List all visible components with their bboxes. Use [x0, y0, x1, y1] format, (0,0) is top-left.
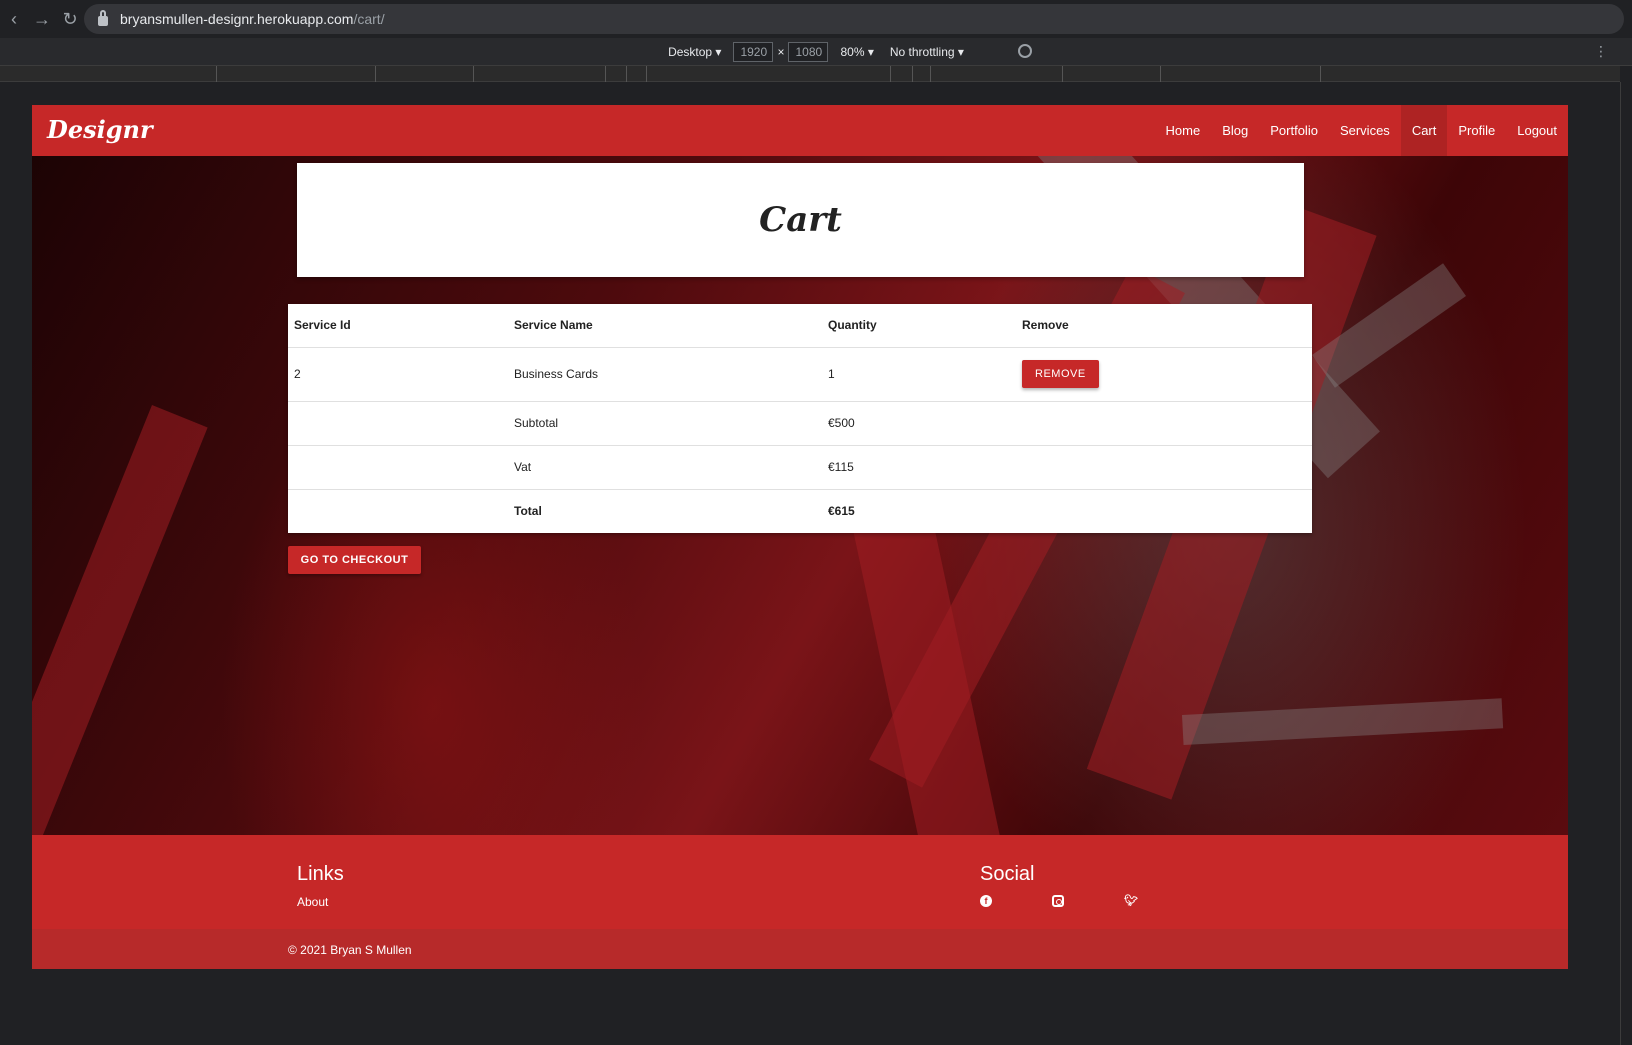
- header-quantity: Quantity: [822, 304, 1016, 348]
- back-icon[interactable]: ‹: [0, 9, 28, 30]
- device-label: Desktop: [668, 44, 713, 59]
- device-select[interactable]: Desktop ▾: [668, 45, 721, 59]
- facebook-icon[interactable]: f: [980, 895, 992, 907]
- twitter-icon[interactable]: 🐦︎: [1124, 895, 1138, 907]
- site-navbar: Designr Home Blog Portfolio Services Car…: [32, 105, 1568, 156]
- subtotal-value: €500: [822, 401, 1016, 446]
- total-label: Total: [514, 504, 542, 519]
- vat-label: Vat: [508, 445, 822, 490]
- nav-logout[interactable]: Logout: [1506, 105, 1568, 156]
- instagram-icon[interactable]: [1052, 895, 1064, 907]
- nav-blog[interactable]: Blog: [1211, 105, 1259, 156]
- address-bar[interactable]: bryansmullen-designr.herokuapp.com/cart/: [84, 4, 1624, 34]
- reload-icon[interactable]: ↻: [56, 9, 84, 30]
- checkout-button[interactable]: GO TO CHECKOUT: [288, 546, 421, 574]
- footer-about-link[interactable]: About: [297, 895, 328, 909]
- cart-table: Service Id Service Name Quantity Remove …: [288, 304, 1312, 533]
- footer-social-title: Social: [980, 863, 1035, 885]
- item-remove-cell: REMOVE: [1016, 347, 1312, 402]
- total-row: Total €615: [288, 489, 1312, 533]
- throttling-select[interactable]: No throttling ▾: [890, 45, 964, 59]
- nav-portfolio[interactable]: Portfolio: [1259, 105, 1329, 156]
- width-input[interactable]: 1920: [733, 41, 774, 62]
- forward-icon[interactable]: →: [28, 9, 56, 30]
- nav-profile[interactable]: Profile: [1447, 105, 1506, 156]
- zoom-label: 80%: [840, 44, 865, 59]
- subtotal-row: Subtotal €500: [288, 401, 1312, 446]
- nav-home[interactable]: Home: [1155, 105, 1212, 156]
- throttling-label: No throttling: [889, 44, 955, 59]
- height-input[interactable]: 1080: [788, 41, 829, 62]
- rotate-icon[interactable]: [1018, 44, 1032, 58]
- item-id: 2: [288, 347, 508, 402]
- nav-cart[interactable]: Cart: [1400, 105, 1448, 156]
- times-sign: ×: [777, 44, 785, 59]
- header-service-name: Service Name: [508, 304, 822, 348]
- remove-button[interactable]: REMOVE: [1022, 360, 1099, 388]
- table-header-row: Service Id Service Name Quantity Remove: [288, 304, 1312, 348]
- vat-row: Vat €115: [288, 445, 1312, 490]
- item-quantity: 1: [822, 347, 1016, 402]
- url-host: bryansmullen-designr.herokuapp.com: [120, 11, 354, 27]
- device-toolbar: Desktop ▾ 1920 × 1080 80% ▾ No throttlin…: [0, 38, 1632, 66]
- media-query-ruler: [0, 66, 1620, 82]
- total-value: €615: [828, 504, 855, 519]
- browser-toolbar: ‹ → ↻ bryansmullen-designr.herokuapp.com…: [0, 0, 1632, 38]
- header-remove: Remove: [1016, 304, 1312, 348]
- table-row: 2 Business Cards 1 REMOVE: [288, 347, 1312, 402]
- url-path: /cart/: [353, 11, 385, 27]
- site-footer: Links About Social f 🐦︎ © 2021 Bryan S M…: [32, 835, 1568, 969]
- item-name: Business Cards: [508, 347, 822, 402]
- page-title-card: Cart: [297, 163, 1304, 277]
- brand-logo[interactable]: Designr: [47, 115, 153, 144]
- lock-icon: [98, 10, 108, 26]
- header-service-id: Service Id: [288, 304, 508, 348]
- nav-menu: Home Blog Portfolio Services Cart Profil…: [1155, 105, 1568, 156]
- nav-services[interactable]: Services: [1329, 105, 1401, 156]
- page-title: Cart: [759, 200, 842, 240]
- copyright-text: © 2021 Bryan S Mullen: [288, 943, 412, 957]
- vat-value: €115: [822, 445, 1016, 490]
- devtools-gutter: [1620, 82, 1632, 1045]
- subtotal-label: Subtotal: [508, 401, 822, 446]
- more-options-icon[interactable]: ⋮: [1594, 43, 1608, 60]
- zoom-select[interactable]: 80% ▾: [840, 45, 873, 59]
- footer-links-title: Links: [297, 863, 344, 885]
- page-viewport: Designr Home Blog Portfolio Services Car…: [32, 105, 1568, 969]
- footer-copyright-bar: © 2021 Bryan S Mullen: [32, 929, 1568, 969]
